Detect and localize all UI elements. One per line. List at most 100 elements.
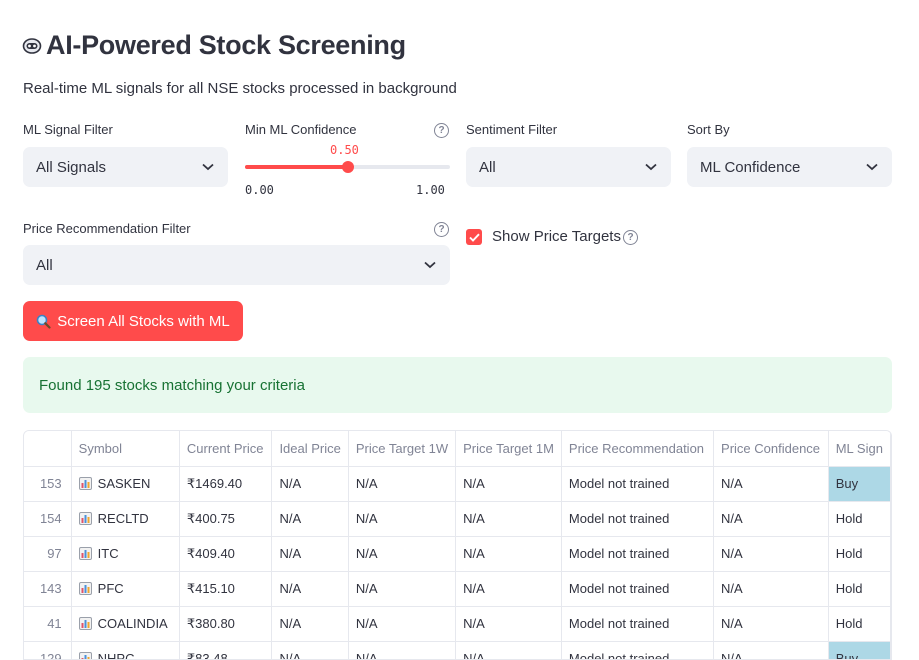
- help-icon[interactable]: ?: [434, 123, 449, 138]
- column-header-index[interactable]: [24, 431, 72, 467]
- price-target-1w-cell[interactable]: N/A: [348, 466, 457, 502]
- current-price-cell[interactable]: ₹380.80: [179, 606, 273, 642]
- robot-icon: [22, 35, 42, 55]
- help-icon[interactable]: ?: [434, 222, 449, 237]
- table-row[interactable]: 41 COALINDIA ₹380.80 N/A N/A N/A Model not tra…: [24, 606, 891, 642]
- price-target-1w-cell[interactable]: N/A: [348, 536, 457, 572]
- sentiment-filter-value: All: [479, 158, 496, 176]
- ml-signal-cell[interactable]: Buy: [828, 641, 891, 659]
- ml-signal-cell[interactable]: Hold: [828, 571, 891, 607]
- price-recommendation-filter-select[interactable]: All: [23, 245, 450, 285]
- symbol-cell[interactable]: COALINDIA: [71, 606, 180, 642]
- row-index[interactable]: 154: [24, 501, 72, 537]
- ml-signal-cell[interactable]: Hold: [828, 501, 891, 537]
- ideal-price-cell[interactable]: N/A: [271, 536, 349, 572]
- chevron-down-icon: [201, 160, 215, 174]
- row-index[interactable]: 153: [24, 466, 72, 502]
- price-recommendation-cell[interactable]: Model not trained: [561, 641, 715, 659]
- price-target-1w-cell[interactable]: N/A: [348, 501, 457, 537]
- price-confidence-cell[interactable]: N/A: [713, 501, 829, 537]
- sentiment-filter-select[interactable]: All: [466, 147, 671, 187]
- column-header-ideal-price[interactable]: Ideal Price: [271, 431, 349, 467]
- help-icon[interactable]: ?: [623, 230, 638, 245]
- column-header-price-target-1w[interactable]: Price Target 1W: [348, 431, 457, 467]
- show-price-targets-checkbox[interactable]: [466, 229, 482, 245]
- price-target-1w-cell[interactable]: N/A: [348, 606, 457, 642]
- current-price-cell[interactable]: ₹409.40: [179, 536, 273, 572]
- price-confidence-cell[interactable]: N/A: [713, 606, 829, 642]
- price-confidence-cell[interactable]: N/A: [713, 571, 829, 607]
- screen-all-stocks-button[interactable]: Screen All Stocks with ML: [23, 301, 243, 341]
- price-target-1m-cell[interactable]: N/A: [455, 571, 562, 607]
- screen-all-stocks-button-label: Screen All Stocks with ML: [57, 312, 230, 330]
- ideal-price-cell[interactable]: N/A: [271, 606, 349, 642]
- ml-signal-cell[interactable]: Buy: [828, 466, 891, 502]
- table-row[interactable]: 129 NHPC ₹83.48 N/A N/A N/A Model not trained N…: [24, 641, 891, 660]
- current-price-cell[interactable]: ₹1469.40: [179, 466, 273, 502]
- column-header-symbol[interactable]: Symbol: [71, 431, 180, 467]
- price-confidence-cell[interactable]: N/A: [713, 536, 829, 572]
- price-target-1m-cell[interactable]: N/A: [455, 641, 562, 659]
- column-header-price-target-1m[interactable]: Price Target 1M: [455, 431, 562, 467]
- price-target-1w-cell[interactable]: N/A: [348, 571, 457, 607]
- results-table[interactable]: Symbol Current Price Ideal Price Price T…: [23, 430, 892, 660]
- ideal-price-cell[interactable]: N/A: [271, 501, 349, 537]
- table-row[interactable]: 153 SASKEN ₹1469.40 N/A N/A N/A Model not trai…: [24, 466, 891, 502]
- current-price-cell[interactable]: ₹83.48: [179, 641, 273, 659]
- price-target-1m-cell[interactable]: N/A: [455, 536, 562, 572]
- ml-signal-cell[interactable]: Hold: [828, 536, 891, 572]
- symbol-cell[interactable]: SASKEN: [71, 466, 180, 502]
- row-index[interactable]: 143: [24, 571, 72, 607]
- bar-chart-icon: [78, 582, 92, 595]
- price-confidence-cell[interactable]: N/A: [713, 466, 829, 502]
- min-confidence-label: Min ML Confidence: [245, 122, 357, 137]
- row-index[interactable]: 41: [24, 606, 72, 642]
- ideal-price-cell[interactable]: N/A: [271, 466, 349, 502]
- page-title-text: AI-Powered Stock Screening: [46, 29, 406, 60]
- table-row[interactable]: 154 RECLTD ₹400.75 N/A N/A N/A Model not train…: [24, 501, 891, 537]
- current-price-cell[interactable]: ₹415.10: [179, 571, 273, 607]
- bar-chart-icon: [78, 652, 92, 659]
- price-target-1m-cell[interactable]: N/A: [455, 466, 562, 502]
- page-subtitle: Real-time ML signals for all NSE stocks …: [23, 80, 457, 97]
- result-success-message: Found 195 stocks matching your criteria: [23, 357, 892, 413]
- price-confidence-cell[interactable]: N/A: [713, 641, 829, 659]
- price-recommendation-cell[interactable]: Model not trained: [561, 536, 715, 572]
- column-header-current-price[interactable]: Current Price: [179, 431, 273, 467]
- chevron-down-icon: [423, 258, 437, 272]
- column-header-price-confidence[interactable]: Price Confidence: [713, 431, 829, 467]
- row-index[interactable]: 129: [24, 641, 72, 659]
- price-recommendation-cell[interactable]: Model not trained: [561, 501, 715, 537]
- show-price-targets-label[interactable]: Show Price Targets: [492, 228, 621, 245]
- ideal-price-cell[interactable]: N/A: [271, 571, 349, 607]
- column-header-ml-signal[interactable]: ML Sign: [828, 431, 891, 467]
- price-recommendation-cell[interactable]: Model not trained: [561, 466, 715, 502]
- symbol-cell[interactable]: PFC: [71, 571, 180, 607]
- min-confidence-slider-thumb[interactable]: [341, 161, 354, 173]
- symbol-text: RECLTD: [97, 511, 149, 526]
- symbol-text: NHPC: [97, 651, 135, 660]
- price-recommendation-cell[interactable]: Model not trained: [561, 606, 715, 642]
- ideal-price-cell[interactable]: N/A: [271, 641, 349, 659]
- checkmark-icon: [468, 233, 480, 242]
- price-target-1w-cell[interactable]: N/A: [348, 641, 457, 659]
- row-index[interactable]: 97: [24, 536, 72, 572]
- symbol-cell[interactable]: ITC: [71, 536, 180, 572]
- price-recommendation-filter-label: Price Recommendation Filter: [23, 221, 191, 236]
- symbol-text: SASKEN: [97, 476, 151, 491]
- ml-signal-filter-value: All Signals: [36, 158, 107, 176]
- min-confidence-slider-fill: [245, 165, 348, 169]
- sort-by-select[interactable]: ML Confidence: [687, 147, 892, 187]
- price-target-1m-cell[interactable]: N/A: [455, 501, 562, 537]
- ml-signal-cell[interactable]: Hold: [828, 606, 891, 642]
- table-row[interactable]: 143 PFC ₹415.10 N/A N/A N/A Model not trained N…: [24, 571, 891, 607]
- symbol-cell[interactable]: NHPC: [71, 641, 180, 660]
- current-price-cell[interactable]: ₹400.75: [179, 501, 273, 537]
- column-header-price-recommendation[interactable]: Price Recommendation: [561, 431, 715, 467]
- table-row[interactable]: 97 ITC ₹409.40 N/A N/A N/A Model not trained N/…: [24, 536, 891, 572]
- ml-signal-filter-select[interactable]: All Signals: [23, 147, 228, 187]
- symbol-cell[interactable]: RECLTD: [71, 501, 180, 537]
- price-target-1m-cell[interactable]: N/A: [455, 606, 562, 642]
- bar-chart-icon: [78, 477, 92, 490]
- price-recommendation-cell[interactable]: Model not trained: [561, 571, 715, 607]
